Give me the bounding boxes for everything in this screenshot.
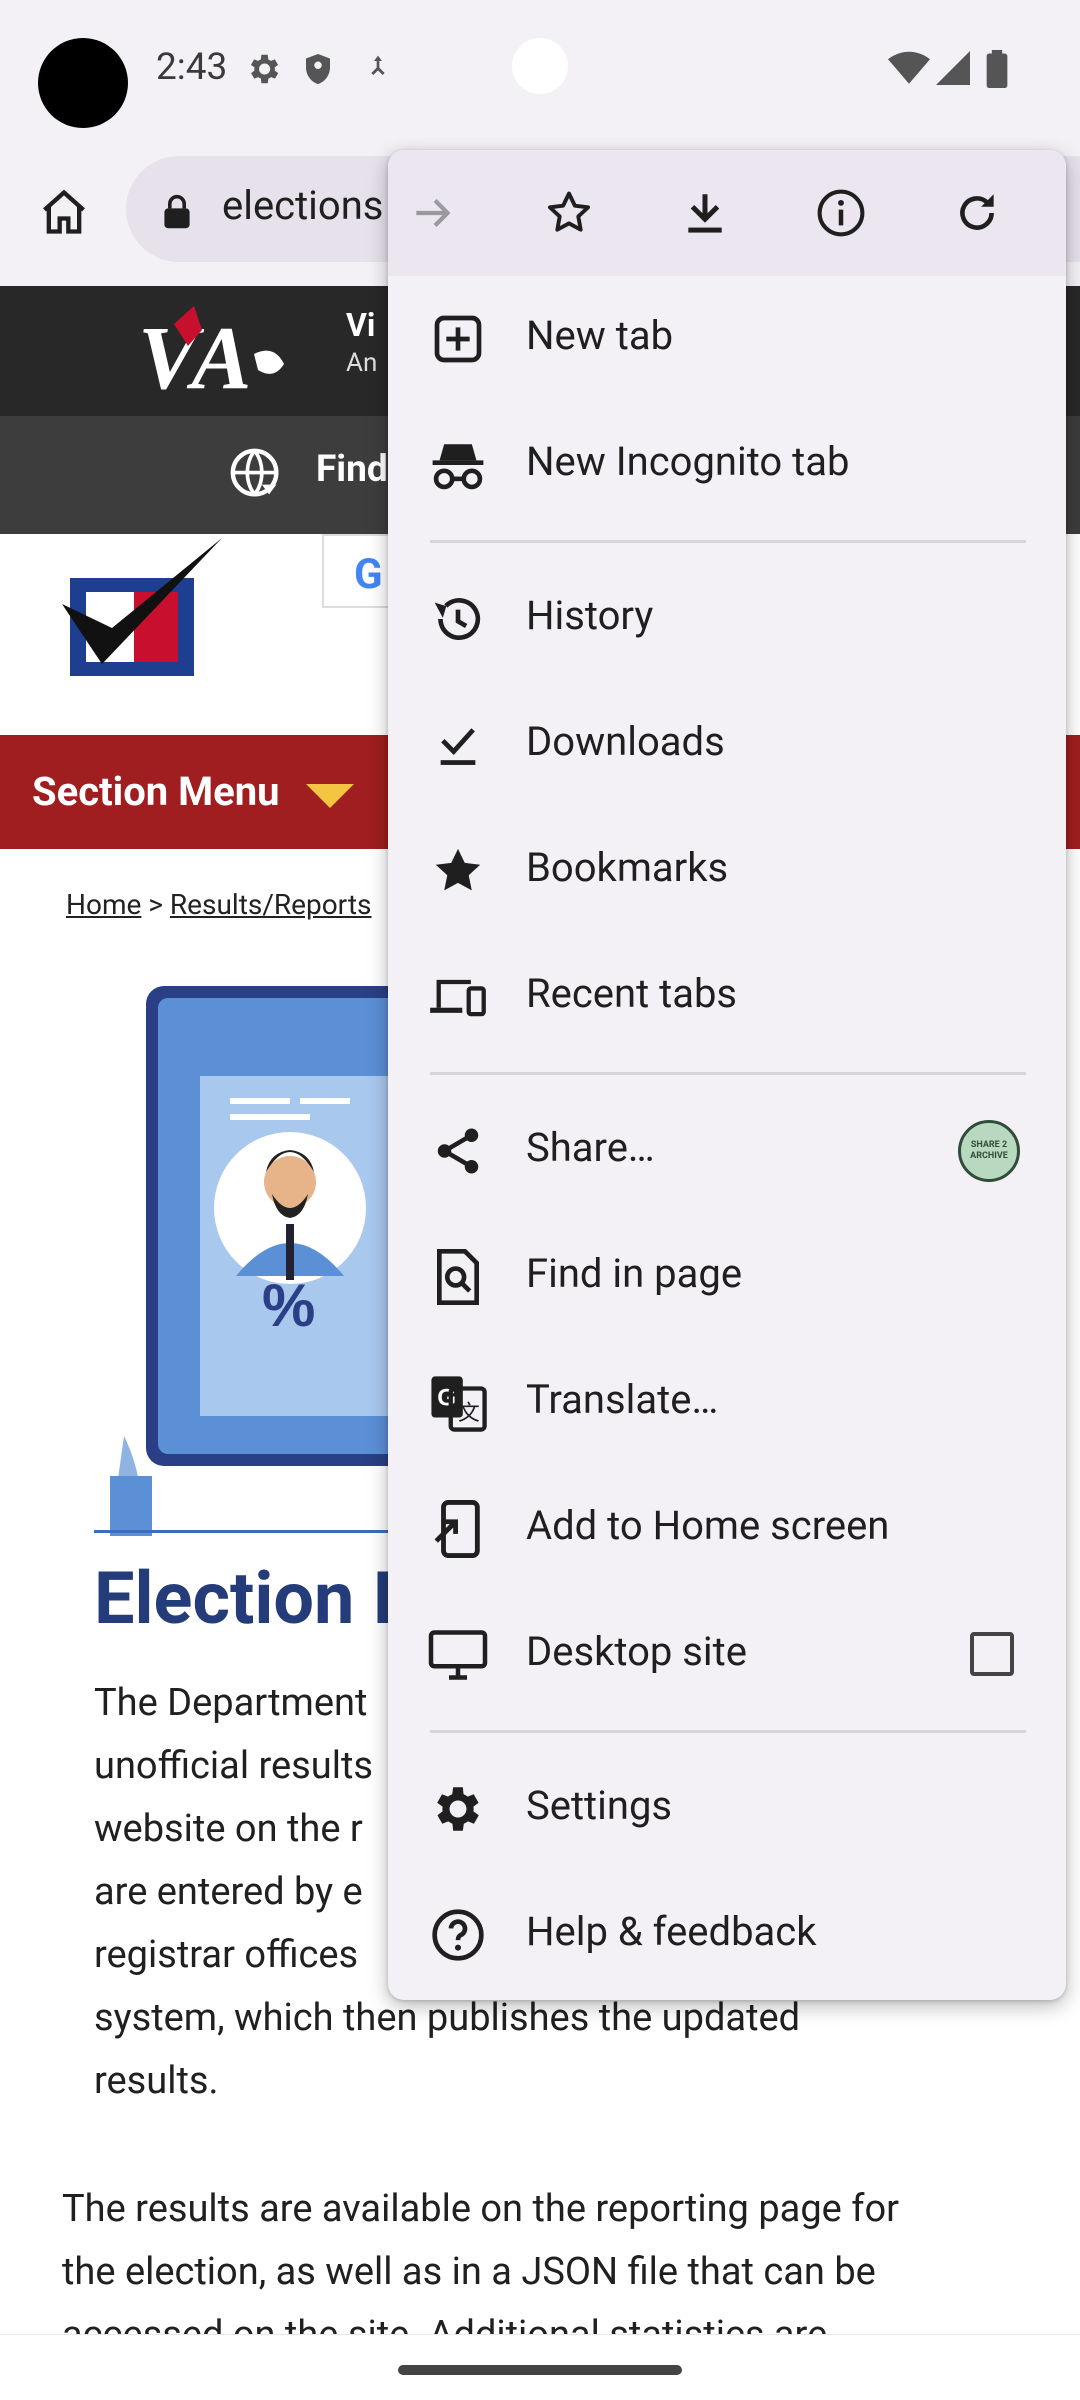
help-icon — [428, 1905, 488, 1965]
accessibility-icon — [371, 55, 385, 75]
page-info-button[interactable] — [796, 168, 886, 258]
desktop-site-checkbox[interactable] — [970, 1632, 1014, 1676]
refresh-icon — [960, 194, 994, 230]
history-icon — [428, 589, 488, 649]
download-page-button[interactable] — [660, 168, 750, 258]
overflow-menu: New tab New Incognito tab History Downlo… — [388, 150, 1066, 2000]
url-text[interactable]: elections — [222, 182, 383, 229]
home-icon — [43, 189, 85, 234]
forward-button[interactable] — [388, 168, 478, 258]
svg-text:文: 文 — [458, 1401, 480, 1426]
menu-item-label: Find in page — [526, 1250, 743, 1297]
breadcrumb: Home > Results/Reports — [66, 888, 371, 921]
elections-logo — [62, 538, 222, 676]
download-icon — [688, 194, 722, 233]
menu-divider — [430, 1730, 1026, 1733]
menu-item-label: New tab — [526, 312, 674, 359]
bookmark-star-outline-icon — [547, 191, 591, 232]
translate-icon: G文 — [428, 1373, 488, 1433]
menu-item-recent-tabs[interactable]: Recent tabs — [388, 934, 1066, 1060]
shield-icon — [306, 54, 330, 84]
gesture-handle[interactable] — [398, 2365, 682, 2375]
menu-item-translate[interactable]: G文 Translate… — [388, 1340, 1066, 1466]
results-line: the election, as well as in a JSON file … — [62, 2250, 876, 2294]
status-time: 2:43 — [156, 46, 228, 89]
recent-tabs-icon — [428, 967, 488, 1027]
breadcrumb-separator: > — [148, 888, 163, 921]
breadcrumb-results[interactable]: Results/Reports — [170, 888, 372, 921]
battery-icon — [986, 50, 1008, 88]
badge-text: SHARE 2 ARCHIVE — [970, 1140, 1008, 1161]
menu-item-share[interactable]: Share… SHARE 2 ARCHIVE — [388, 1088, 1066, 1214]
bookmarks-icon — [428, 841, 488, 901]
menu-item-label: Settings — [526, 1782, 673, 1829]
wifi-icon — [888, 51, 930, 84]
results-line: The results are available on the reporti… — [62, 2187, 900, 2231]
menu-item-label: Bookmarks — [526, 844, 729, 891]
menu-item-label: Downloads — [526, 718, 725, 765]
signal-icon — [936, 51, 970, 85]
caret-down-icon — [306, 784, 354, 808]
share2archive-icon[interactable]: SHARE 2 ARCHIVE — [958, 1120, 1020, 1182]
menu-item-bookmarks[interactable]: Bookmarks — [388, 808, 1066, 934]
page-title: Election I — [94, 1556, 394, 1641]
menu-item-label: Share… — [526, 1124, 655, 1171]
menu-item-label: Desktop site — [526, 1628, 747, 1675]
menu-item-history[interactable]: History — [388, 556, 1066, 682]
desktop-icon — [428, 1625, 488, 1685]
header-title: Vi — [346, 306, 376, 344]
home-button[interactable] — [26, 174, 102, 250]
new-tab-icon — [428, 309, 488, 369]
menu-item-label: New Incognito tab — [526, 438, 850, 485]
incognito-icon — [428, 435, 488, 495]
menu-item-label: Help & feedback — [526, 1908, 817, 1955]
share-icon — [428, 1121, 488, 1181]
menu-item-settings[interactable]: Settings — [388, 1746, 1066, 1872]
bookmark-page-button[interactable] — [524, 168, 614, 258]
menu-item-downloads[interactable]: Downloads — [388, 682, 1066, 808]
menu-divider — [430, 1072, 1026, 1075]
percent-symbol: % — [262, 1272, 315, 1339]
menu-item-add-to-home-screen[interactable]: Add to Home screen — [388, 1466, 1066, 1592]
header-subtitle: An — [346, 348, 378, 378]
menu-item-label: Recent tabs — [526, 970, 738, 1017]
find-label[interactable]: Find — [316, 448, 388, 491]
menu-item-desktop-site[interactable]: Desktop site — [388, 1592, 1066, 1718]
find-in-page-icon — [428, 1247, 488, 1307]
breadcrumb-home[interactable]: Home — [66, 888, 141, 921]
menu-item-label: History — [526, 592, 654, 639]
settings-gear-icon — [250, 54, 279, 84]
refresh-button[interactable] — [932, 168, 1022, 258]
menu-item-find-in-page[interactable]: Find in page — [388, 1214, 1066, 1340]
downloads-icon — [428, 715, 488, 775]
camera-cutout — [38, 38, 128, 128]
settings-icon — [428, 1779, 488, 1839]
menu-item-help-feedback[interactable]: Help & feedback — [388, 1872, 1066, 1998]
intro-line: results. — [94, 2059, 219, 2103]
front-camera — [512, 38, 568, 94]
info-icon — [817, 189, 865, 237]
add-to-home-icon — [428, 1499, 488, 1559]
menu-item-new-incognito-tab[interactable]: New Incognito tab — [388, 402, 1066, 528]
section-menu-label[interactable]: Section Menu — [32, 768, 280, 815]
menu-item-label: Add to Home screen — [526, 1502, 890, 1549]
menu-item-new-tab[interactable]: New tab — [388, 276, 1066, 402]
lock-icon — [164, 194, 190, 229]
virginia-logo: VA — [138, 306, 284, 400]
google-g-icon: G — [354, 550, 383, 599]
menu-item-label: Translate… — [526, 1376, 719, 1423]
forward-icon — [416, 199, 451, 227]
menu-divider — [430, 540, 1026, 543]
globe-icon — [230, 448, 279, 497]
menu-action-row — [388, 150, 1066, 276]
